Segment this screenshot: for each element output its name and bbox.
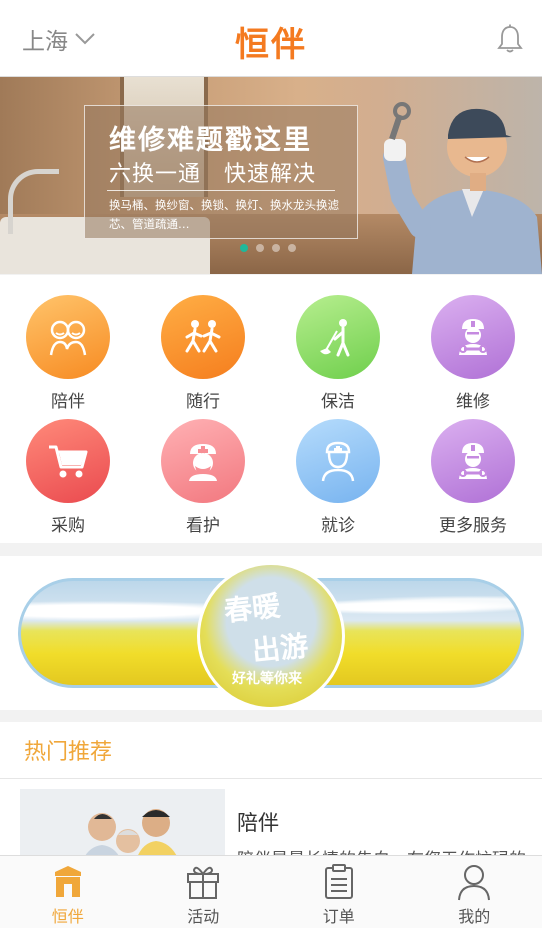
- carousel-indicator: [240, 244, 296, 252]
- more-service-icon: [431, 419, 515, 503]
- service-grid: 陪伴 随行 保洁 维修采购 看护 就诊 更多服务: [0, 275, 542, 543]
- tab-label: 恒伴: [0, 903, 136, 927]
- walking-icon: [161, 295, 245, 379]
- user-icon: [407, 862, 542, 902]
- banner-details: 换马桶、换纱窗、换锁、换灯、换水龙头换滤芯、管道疏通…: [109, 196, 359, 234]
- top-header: 上海 恒伴: [0, 0, 542, 77]
- gift-icon: [136, 862, 272, 902]
- nurse-icon: [161, 419, 245, 503]
- banner-headline: 维修难题戳这里: [109, 118, 312, 157]
- spring-outing-badge[interactable]: 春暖 出游 好礼等你来: [197, 562, 345, 710]
- service-walking[interactable]: 随行: [153, 295, 253, 412]
- promo-banner[interactable]: 维修难题戳这里 六换一通 快速解决 换马桶、换纱窗、换锁、换灯、换水龙头换滤芯、…: [0, 77, 542, 274]
- service-label: 随行: [153, 387, 253, 412]
- badge-line-3: 好礼等你来: [232, 668, 302, 688]
- service-cleaning[interactable]: 保洁: [288, 295, 388, 412]
- service-label: 更多服务: [423, 511, 523, 536]
- repairman-icon: [431, 295, 515, 379]
- banner-divider: [107, 190, 335, 191]
- tab-order[interactable]: 订单: [271, 856, 407, 928]
- tab-home[interactable]: 恒伴: [0, 856, 136, 928]
- service-label: 保洁: [288, 387, 388, 412]
- service-more-service[interactable]: 更多服务: [423, 419, 523, 536]
- service-companion[interactable]: 陪伴: [18, 295, 118, 412]
- service-cart[interactable]: 采购: [18, 419, 118, 536]
- home-icon: [0, 862, 136, 902]
- bell-icon[interactable]: [496, 24, 524, 54]
- carousel-dot[interactable]: [240, 244, 248, 252]
- carousel-dot[interactable]: [256, 244, 264, 252]
- banner-textbox: 维修难题戳这里 六换一通 快速解决 换马桶、换纱窗、换锁、换灯、换水龙头换滤芯、…: [84, 105, 358, 239]
- bottom-tab-bar: 恒伴活动订单我的: [0, 855, 542, 928]
- service-nurse[interactable]: 看护: [153, 419, 253, 536]
- doctor-icon: [296, 419, 380, 503]
- carousel-dot[interactable]: [272, 244, 280, 252]
- hot-recommend-title: 热门推荐: [24, 734, 112, 766]
- tab-label: 订单: [271, 903, 407, 927]
- badge-line-2: 出游: [250, 624, 310, 670]
- service-label: 看护: [153, 511, 253, 536]
- companion-icon: [26, 295, 110, 379]
- hot-recommend-header: 热门推荐: [0, 722, 542, 779]
- service-label: 就诊: [288, 511, 388, 536]
- service-doctor[interactable]: 就诊: [288, 419, 388, 536]
- banner-subhead: 六换一通 快速解决: [109, 156, 316, 188]
- tab-label: 我的: [407, 903, 542, 927]
- recommend-photo: [20, 789, 225, 859]
- service-repairman[interactable]: 维修: [423, 295, 523, 412]
- order-icon: [271, 862, 407, 902]
- cleaning-icon: [296, 295, 380, 379]
- tab-label: 活动: [136, 903, 272, 927]
- recommend-item[interactable]: 陪伴 陪伴是最长情的告白，在您无作忙碌的: [0, 779, 542, 859]
- service-label: 采购: [18, 511, 118, 536]
- repairman-illustration: [372, 77, 542, 274]
- service-label: 维修: [423, 387, 523, 412]
- app-logo: 恒伴: [0, 17, 542, 66]
- tab-user[interactable]: 我的: [407, 856, 542, 928]
- spring-outing-section: 春暖 出游 好礼等你来: [0, 556, 542, 710]
- service-label: 陪伴: [18, 387, 118, 412]
- badge-line-1: 春暖: [222, 584, 282, 630]
- cart-icon: [26, 419, 110, 503]
- banner-faucet-decor: [8, 169, 59, 234]
- recommend-name: 陪伴: [237, 807, 279, 837]
- carousel-dot[interactable]: [288, 244, 296, 252]
- tab-gift[interactable]: 活动: [136, 856, 272, 928]
